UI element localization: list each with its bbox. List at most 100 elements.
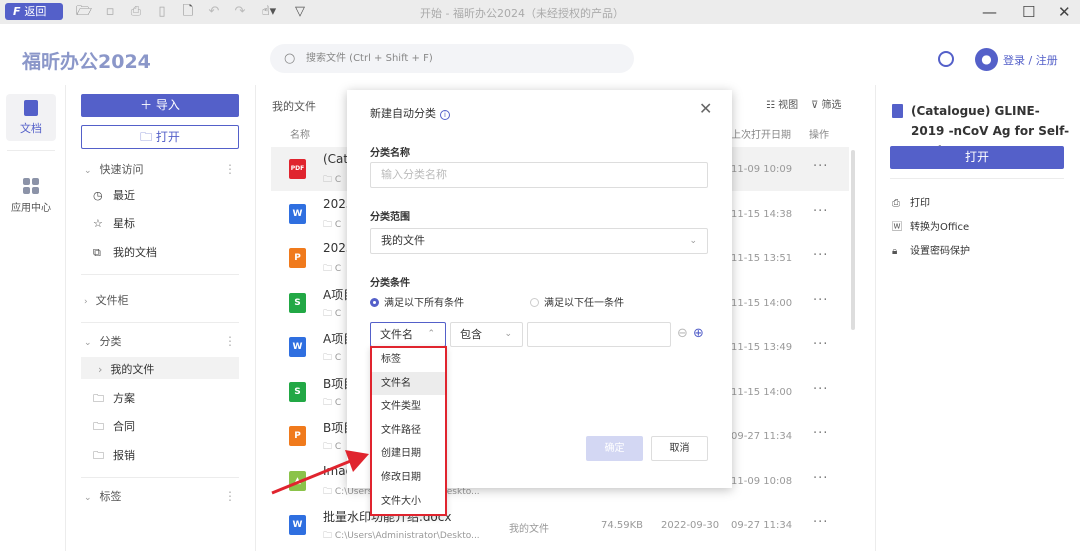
more-icon[interactable]: ⋮	[224, 334, 236, 348]
sidebar-item-my-files-label: › 我的文件	[98, 361, 154, 377]
condition-value-input[interactable]	[527, 322, 671, 347]
info-icon[interactable]: i	[440, 110, 450, 120]
rail-docs[interactable]: 文档	[6, 94, 56, 141]
table-row[interactable]: W 批量水印功能介绍.docx 🗀 C:\Users\Administrator…	[271, 503, 849, 547]
search-placeholder: 搜索文件 (Ctrl + Shift + F)	[306, 53, 433, 64]
print-icon: ⎙	[892, 198, 900, 209]
close-icon[interactable]: ✕	[699, 99, 712, 118]
radio-any[interactable]: 满足以下任一条件	[530, 294, 624, 309]
dropdown-option[interactable]: 创建日期	[372, 442, 445, 466]
more-actions-icon[interactable]: ···	[813, 293, 828, 308]
scrollbar[interactable]	[851, 150, 855, 330]
undo-icon[interactable]: ↶	[206, 4, 222, 20]
section-quick-access[interactable]: ⌄ 快速访问	[84, 161, 144, 177]
col-last-open[interactable]: 上次打开日期	[731, 126, 791, 141]
more-actions-icon[interactable]: ···	[813, 515, 828, 530]
file-last-open: 11-09 10:08	[731, 475, 793, 487]
open-folder-icon[interactable]: 🗁	[76, 4, 92, 20]
save-icon[interactable]: ▫	[102, 4, 118, 20]
back-label: 返回	[24, 5, 47, 18]
sidebar-item-contract[interactable]: 🗀 合同	[93, 418, 135, 437]
filter-label: 筛选	[821, 100, 842, 111]
dropdown-option[interactable]: 文件路径	[372, 419, 445, 443]
login-link[interactable]: 登录 / 注册	[1003, 52, 1058, 68]
redo-icon[interactable]: ↷	[232, 4, 248, 20]
folder-icon: 🗀	[93, 420, 104, 433]
more-actions-icon[interactable]: ···	[813, 204, 828, 219]
item-label: 星标	[113, 217, 135, 230]
confirm-button[interactable]: 确定	[586, 436, 643, 461]
more-actions-icon[interactable]: ···	[813, 382, 828, 397]
more-actions-icon[interactable]: ···	[813, 426, 828, 441]
operator-select[interactable]: 包含 ⌄	[450, 322, 523, 347]
field-select[interactable]: 文件名 ⌃	[370, 322, 446, 347]
folder-icon: 🗀	[323, 308, 335, 319]
field-value: 文件名	[380, 328, 413, 341]
section-cabinet[interactable]: › 文件柜	[84, 292, 129, 308]
import-button[interactable]: ＋ 导入	[81, 94, 239, 117]
view-button[interactable]: ☷ 视图	[766, 96, 798, 111]
sidebar-item-plan[interactable]: 🗀 方案	[93, 390, 135, 409]
file-path-text: C	[334, 397, 342, 408]
word-file-icon: W	[289, 203, 306, 224]
cancel-button[interactable]: 取消	[651, 436, 708, 461]
more-icon[interactable]: ⋮	[224, 162, 236, 176]
lock-icon: 🔒︎	[892, 246, 898, 257]
more-actions-icon[interactable]: ···	[813, 471, 828, 486]
file-size: 74.59KB	[601, 520, 644, 531]
dropdown-option[interactable]: 修改日期	[372, 466, 445, 490]
more-actions-icon[interactable]: ···	[813, 337, 828, 352]
scope-select[interactable]: 我的文件 ⌄	[370, 228, 708, 254]
category-name-input[interactable]: 输入分类名称	[370, 162, 708, 188]
search-input[interactable]: ○ 搜索文件 (Ctrl + Shift + F)	[270, 44, 634, 73]
file-last-open: 11-15 14:38	[731, 208, 793, 220]
remove-condition-icon[interactable]: ⊖	[677, 326, 688, 341]
open-file-button[interactable]: 打开	[890, 146, 1064, 169]
sidebar-item-reimburse[interactable]: 🗀 报销	[93, 447, 135, 466]
more-actions-icon[interactable]: ···	[813, 159, 828, 174]
filter-button[interactable]: ⊽ 筛选	[811, 96, 842, 111]
minimize-button[interactable]: —	[982, 3, 997, 21]
customize-icon[interactable]: ▽	[292, 4, 308, 20]
dropdown-option[interactable]: 文件名	[372, 371, 445, 396]
maximize-button[interactable]: ☐	[1022, 3, 1035, 21]
settings-icon[interactable]	[938, 51, 954, 67]
dropdown-option[interactable]: 文件大小	[372, 490, 445, 514]
more-icon[interactable]: ⋮	[224, 489, 236, 503]
file-path: 🗀 C	[323, 217, 341, 233]
col-name[interactable]: 名称	[290, 126, 310, 141]
section-tags[interactable]: ⌄ 标签	[84, 488, 122, 504]
ppt-file-icon: P	[289, 248, 306, 268]
divider	[7, 150, 55, 151]
divider	[81, 477, 239, 478]
divider	[81, 322, 239, 323]
avatar[interactable]: ●	[975, 48, 998, 71]
dropdown-option[interactable]: 文件类型	[372, 395, 445, 419]
print-action[interactable]: ⎙ 打印	[892, 194, 930, 209]
document-icon	[892, 104, 903, 118]
password-protect-action[interactable]: 🔒︎ 设置密码保护	[892, 242, 970, 257]
back-button[interactable]: F 返回	[5, 3, 63, 20]
sidebar-item-starred[interactable]: ☆ 星标	[93, 215, 135, 231]
print-icon[interactable]: ⎙	[128, 4, 144, 20]
dropdown-option[interactable]: 标签	[372, 348, 445, 372]
file-path: 🗀 C	[323, 306, 341, 322]
rail-apps-label: 应用中心	[11, 203, 51, 214]
add-condition-icon[interactable]: ⊕	[693, 326, 704, 341]
rail-apps[interactable]: 应用中心	[4, 178, 58, 214]
sidebar-item-recent[interactable]: ◷ 最近	[93, 187, 135, 203]
hand-tool-icon[interactable]: ☝▾	[258, 4, 280, 20]
col-action[interactable]: 操作	[809, 126, 829, 141]
open-button[interactable]: 🗀 打开	[81, 125, 239, 149]
file-path: 🗀 C	[323, 261, 341, 277]
operator-value: 包含	[460, 328, 482, 341]
sidebar-item-my-docs[interactable]: ⧉ 我的文档	[93, 244, 157, 260]
new-file-icon[interactable]: 🗋	[180, 4, 196, 20]
pages-icon[interactable]: ▯	[154, 4, 170, 20]
convert-office-action[interactable]: 🅆 转换为Office	[892, 218, 969, 233]
close-button[interactable]: ✕	[1058, 3, 1071, 21]
more-actions-icon[interactable]: ···	[813, 248, 828, 263]
radio-all[interactable]: 满足以下所有条件	[370, 294, 464, 309]
section-category[interactable]: ⌄ 分类	[84, 333, 122, 349]
file-last-open: 11-15 13:49	[731, 342, 793, 353]
